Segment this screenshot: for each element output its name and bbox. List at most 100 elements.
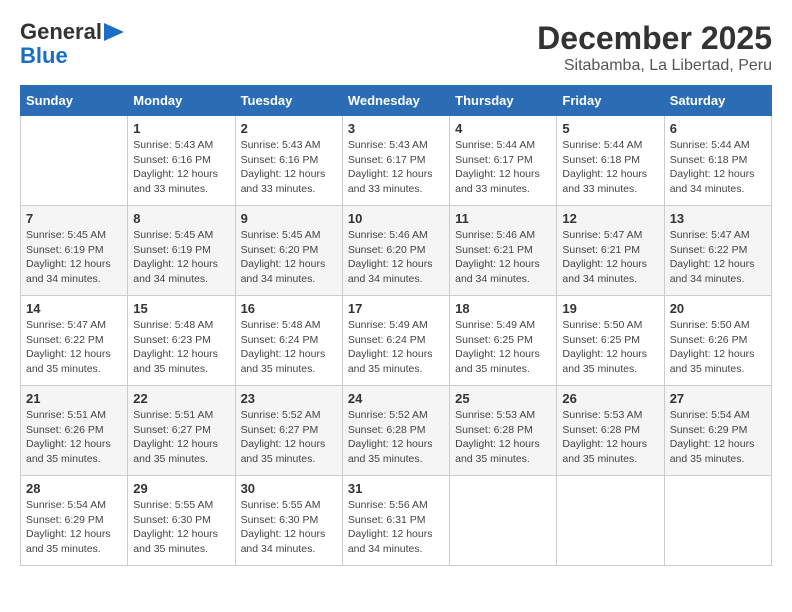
day-info: Sunrise: 5:43 AM Sunset: 6:16 PM Dayligh… bbox=[133, 138, 229, 197]
day-info: Sunrise: 5:50 AM Sunset: 6:25 PM Dayligh… bbox=[562, 318, 658, 377]
day-info: Sunrise: 5:43 AM Sunset: 6:17 PM Dayligh… bbox=[348, 138, 444, 197]
calendar-day-cell: 3 Sunrise: 5:43 AM Sunset: 6:17 PM Daylig… bbox=[342, 116, 449, 206]
day-number: 15 bbox=[133, 301, 229, 316]
page-header: General Blue December 2025 Sitabamba, La… bbox=[20, 20, 772, 75]
calendar-day-header: Tuesday bbox=[235, 86, 342, 116]
calendar-day-cell: 26 Sunrise: 5:53 AM Sunset: 6:28 PM Dayli… bbox=[557, 386, 664, 476]
day-info: Sunrise: 5:46 AM Sunset: 6:21 PM Dayligh… bbox=[455, 228, 551, 287]
day-info: Sunrise: 5:45 AM Sunset: 6:19 PM Dayligh… bbox=[133, 228, 229, 287]
calendar-day-cell: 28Sunrise: 5:54 AM Sunset: 6:29 PM Dayli… bbox=[21, 476, 128, 566]
day-number: 9 bbox=[241, 211, 337, 226]
day-number: 2 bbox=[241, 121, 337, 136]
day-info: Sunrise: 5:55 AM Sunset: 6:30 PM Dayligh… bbox=[241, 498, 337, 557]
calendar-week-row: 28Sunrise: 5:54 AM Sunset: 6:29 PM Dayli… bbox=[21, 476, 772, 566]
day-info: Sunrise: 5:44 AM Sunset: 6:17 PM Dayligh… bbox=[455, 138, 551, 197]
month-title: December 2025 bbox=[537, 20, 772, 57]
day-info: Sunrise: 5:45 AM Sunset: 6:19 PM Dayligh… bbox=[26, 228, 122, 287]
day-info: Sunrise: 5:47 AM Sunset: 6:22 PM Dayligh… bbox=[670, 228, 766, 287]
calendar-day-cell bbox=[664, 476, 771, 566]
calendar-day-header: Wednesday bbox=[342, 86, 449, 116]
title-area: December 2025 Sitabamba, La Libertad, Pe… bbox=[537, 20, 772, 75]
calendar-day-cell: 7 Sunrise: 5:45 AM Sunset: 6:19 PM Daylig… bbox=[21, 206, 128, 296]
day-number: 27 bbox=[670, 391, 766, 406]
day-number: 31 bbox=[348, 481, 444, 496]
calendar-day-cell: 16 Sunrise: 5:48 AM Sunset: 6:24 PM Dayli… bbox=[235, 296, 342, 386]
day-number: 30 bbox=[241, 481, 337, 496]
day-number: 10 bbox=[348, 211, 444, 226]
day-number: 4 bbox=[455, 121, 551, 136]
day-number: 7 bbox=[26, 211, 122, 226]
calendar-week-row: 14 Sunrise: 5:47 AM Sunset: 6:22 PM Dayli… bbox=[21, 296, 772, 386]
calendar-day-cell: 29Sunrise: 5:55 AM Sunset: 6:30 PM Dayli… bbox=[128, 476, 235, 566]
location-text: Sitabamba, La Libertad, Peru bbox=[537, 57, 772, 75]
calendar-day-cell: 20Sunrise: 5:50 AM Sunset: 6:26 PM Dayli… bbox=[664, 296, 771, 386]
logo: General Blue bbox=[20, 20, 124, 68]
day-info: Sunrise: 5:46 AM Sunset: 6:20 PM Dayligh… bbox=[348, 228, 444, 287]
day-info: Sunrise: 5:48 AM Sunset: 6:24 PM Dayligh… bbox=[241, 318, 337, 377]
day-number: 25 bbox=[455, 391, 551, 406]
day-number: 21 bbox=[26, 391, 122, 406]
day-info: Sunrise: 5:47 AM Sunset: 6:22 PM Dayligh… bbox=[26, 318, 122, 377]
day-info: Sunrise: 5:51 AM Sunset: 6:26 PM Dayligh… bbox=[26, 408, 122, 467]
day-number: 6 bbox=[670, 121, 766, 136]
day-number: 11 bbox=[455, 211, 551, 226]
logo-blue-text: Blue bbox=[20, 44, 68, 68]
calendar-day-cell: 5Sunrise: 5:44 AM Sunset: 6:18 PM Daylig… bbox=[557, 116, 664, 206]
day-info: Sunrise: 5:47 AM Sunset: 6:21 PM Dayligh… bbox=[562, 228, 658, 287]
day-number: 16 bbox=[241, 301, 337, 316]
calendar-day-cell: 9 Sunrise: 5:45 AM Sunset: 6:20 PM Daylig… bbox=[235, 206, 342, 296]
day-info: Sunrise: 5:52 AM Sunset: 6:28 PM Dayligh… bbox=[348, 408, 444, 467]
calendar-day-cell: 27 Sunrise: 5:54 AM Sunset: 6:29 PM Dayli… bbox=[664, 386, 771, 476]
day-info: Sunrise: 5:55 AM Sunset: 6:30 PM Dayligh… bbox=[133, 498, 229, 557]
day-info: Sunrise: 5:52 AM Sunset: 6:27 PM Dayligh… bbox=[241, 408, 337, 467]
calendar-body: 1 Sunrise: 5:43 AM Sunset: 6:16 PM Daylig… bbox=[21, 116, 772, 566]
calendar-day-header: Monday bbox=[128, 86, 235, 116]
day-info: Sunrise: 5:56 AM Sunset: 6:31 PM Dayligh… bbox=[348, 498, 444, 557]
calendar-day-cell: 12 Sunrise: 5:47 AM Sunset: 6:21 PM Dayli… bbox=[557, 206, 664, 296]
day-number: 20 bbox=[670, 301, 766, 316]
calendar-day-cell: 21 Sunrise: 5:51 AM Sunset: 6:26 PM Dayli… bbox=[21, 386, 128, 476]
day-info: Sunrise: 5:53 AM Sunset: 6:28 PM Dayligh… bbox=[562, 408, 658, 467]
day-number: 17 bbox=[348, 301, 444, 316]
calendar-day-cell: 4 Sunrise: 5:44 AM Sunset: 6:17 PM Daylig… bbox=[450, 116, 557, 206]
calendar-day-cell: 11 Sunrise: 5:46 AM Sunset: 6:21 PM Dayli… bbox=[450, 206, 557, 296]
calendar-header: SundayMondayTuesdayWednesdayThursdayFrid… bbox=[21, 86, 772, 116]
day-number: 1 bbox=[133, 121, 229, 136]
day-number: 3 bbox=[348, 121, 444, 136]
day-number: 12 bbox=[562, 211, 658, 226]
calendar-day-cell: 10 Sunrise: 5:46 AM Sunset: 6:20 PM Dayli… bbox=[342, 206, 449, 296]
day-number: 13 bbox=[670, 211, 766, 226]
calendar-day-cell: 8 Sunrise: 5:45 AM Sunset: 6:19 PM Daylig… bbox=[128, 206, 235, 296]
calendar-day-cell bbox=[21, 116, 128, 206]
day-info: Sunrise: 5:54 AM Sunset: 6:29 PM Dayligh… bbox=[26, 498, 122, 557]
day-number: 5 bbox=[562, 121, 658, 136]
day-number: 22 bbox=[133, 391, 229, 406]
calendar-day-header: Sunday bbox=[21, 86, 128, 116]
day-number: 24 bbox=[348, 391, 444, 406]
day-info: Sunrise: 5:49 AM Sunset: 6:25 PM Dayligh… bbox=[455, 318, 551, 377]
calendar-day-header: Thursday bbox=[450, 86, 557, 116]
day-info: Sunrise: 5:54 AM Sunset: 6:29 PM Dayligh… bbox=[670, 408, 766, 467]
day-info: Sunrise: 5:53 AM Sunset: 6:28 PM Dayligh… bbox=[455, 408, 551, 467]
calendar-week-row: 1 Sunrise: 5:43 AM Sunset: 6:16 PM Daylig… bbox=[21, 116, 772, 206]
calendar-day-cell: 17Sunrise: 5:49 AM Sunset: 6:24 PM Dayli… bbox=[342, 296, 449, 386]
calendar-day-cell: 13 Sunrise: 5:47 AM Sunset: 6:22 PM Dayli… bbox=[664, 206, 771, 296]
calendar-day-cell: 19Sunrise: 5:50 AM Sunset: 6:25 PM Dayli… bbox=[557, 296, 664, 386]
day-number: 14 bbox=[26, 301, 122, 316]
day-info: Sunrise: 5:45 AM Sunset: 6:20 PM Dayligh… bbox=[241, 228, 337, 287]
day-number: 8 bbox=[133, 211, 229, 226]
calendar-day-cell: 6 Sunrise: 5:44 AM Sunset: 6:18 PM Daylig… bbox=[664, 116, 771, 206]
day-info: Sunrise: 5:44 AM Sunset: 6:18 PM Dayligh… bbox=[670, 138, 766, 197]
calendar-day-cell: 15 Sunrise: 5:48 AM Sunset: 6:23 PM Dayli… bbox=[128, 296, 235, 386]
calendar-day-cell: 30 Sunrise: 5:55 AM Sunset: 6:30 PM Dayli… bbox=[235, 476, 342, 566]
calendar-header-row: SundayMondayTuesdayWednesdayThursdayFrid… bbox=[21, 86, 772, 116]
calendar-day-cell: 14 Sunrise: 5:47 AM Sunset: 6:22 PM Dayli… bbox=[21, 296, 128, 386]
calendar-day-cell bbox=[557, 476, 664, 566]
day-number: 18 bbox=[455, 301, 551, 316]
day-info: Sunrise: 5:48 AM Sunset: 6:23 PM Dayligh… bbox=[133, 318, 229, 377]
day-number: 23 bbox=[241, 391, 337, 406]
calendar-day-cell: 23 Sunrise: 5:52 AM Sunset: 6:27 PM Dayli… bbox=[235, 386, 342, 476]
day-info: Sunrise: 5:51 AM Sunset: 6:27 PM Dayligh… bbox=[133, 408, 229, 467]
day-number: 26 bbox=[562, 391, 658, 406]
calendar-day-cell: 1 Sunrise: 5:43 AM Sunset: 6:16 PM Daylig… bbox=[128, 116, 235, 206]
